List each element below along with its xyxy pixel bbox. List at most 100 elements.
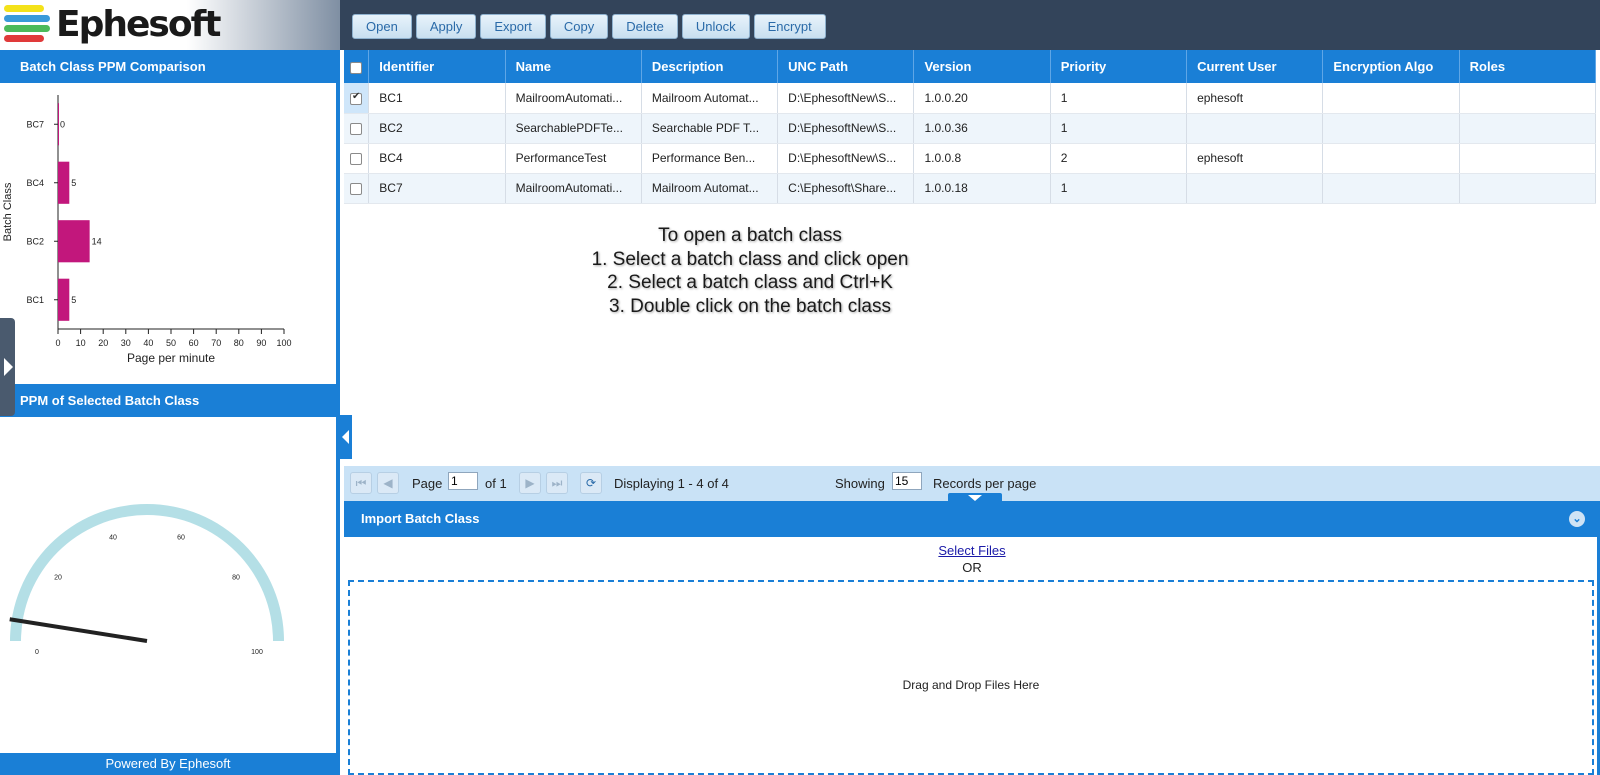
- data-label: 5: [71, 178, 76, 188]
- first-page-icon[interactable]: ⏮: [350, 472, 372, 494]
- cell-identifier: BC2: [368, 113, 506, 144]
- cell-description: Performance Ben...: [641, 143, 779, 174]
- gauge-tick-label: 100: [251, 649, 263, 656]
- open-button[interactable]: Open: [352, 14, 412, 39]
- gauge-tick-label: 0: [35, 649, 39, 656]
- cell-unc-path: D:\EphesoftNew\S...: [777, 83, 915, 114]
- column-header-version[interactable]: Version: [913, 50, 1051, 83]
- expand-sidebar-tab[interactable]: [0, 318, 15, 416]
- cell-roles: [1459, 143, 1597, 174]
- cell-name: MailroomAutomati...: [505, 83, 642, 114]
- cell-description: Mailroom Automat...: [641, 173, 779, 204]
- cell-description: Mailroom Automat...: [641, 83, 779, 114]
- select-all-checkbox[interactable]: [350, 61, 362, 74]
- unlock-button[interactable]: Unlock: [681, 14, 750, 39]
- column-header-unc-path[interactable]: UNC Path: [777, 50, 915, 83]
- top-bar: Ephesoft Open Apply Export Copy Delete Unlock…: [0, 0, 1600, 50]
- records-per-page-input[interactable]: [892, 472, 922, 490]
- row-checkbox[interactable]: [350, 91, 362, 105]
- page-number-input[interactable]: [448, 472, 478, 490]
- logo-mark-icon: [4, 5, 50, 45]
- table-row[interactable]: BC7 MailroomAutomati... Mailroom Automat..…: [344, 173, 1597, 204]
- bar-bc1: [58, 278, 70, 321]
- x-tick-label: 80: [234, 338, 244, 348]
- cell-priority: 2: [1050, 143, 1188, 174]
- logo: Ephesoft: [0, 0, 340, 50]
- cell-current-user: [1186, 113, 1324, 144]
- row-select-cell: [344, 113, 370, 144]
- cell-encryption-algo: [1322, 113, 1460, 144]
- cell-current-user: [1186, 173, 1324, 204]
- toolbar: Open Apply Export Copy Delete Unlock Encrypt: [352, 14, 826, 39]
- table-row[interactable]: BC2 SearchablePDFTe... Searchable PDF T...…: [344, 113, 1597, 144]
- column-header-encryption-algo[interactable]: Encryption Algo: [1322, 50, 1460, 83]
- cell-identifier: BC1: [368, 83, 506, 114]
- x-tick-label: 90: [256, 338, 266, 348]
- encrypt-button[interactable]: Encrypt: [753, 14, 826, 39]
- cell-version: 1.0.0.36: [913, 113, 1051, 144]
- data-label: 0: [60, 119, 65, 129]
- collapse-left-panel-tab[interactable]: [340, 415, 352, 459]
- row-checkbox[interactable]: [350, 152, 362, 165]
- apply-button[interactable]: Apply: [415, 14, 477, 39]
- x-axis-label: Page per minute: [127, 351, 215, 365]
- x-tick-label: 70: [211, 338, 221, 348]
- delete-button[interactable]: Delete: [612, 14, 678, 39]
- row-checkbox[interactable]: [350, 122, 362, 135]
- chevron-down-icon[interactable]: ⌄: [1569, 511, 1585, 527]
- cell-version: 1.0.0.18: [913, 173, 1051, 204]
- next-page-icon[interactable]: ▶: [519, 472, 541, 494]
- ppm-bar-chart: BC1 5 BC2 14 BC4 5 BC7 0 0 10 20 30 40 50 60 70 80 90 100 P…: [2, 95, 292, 365]
- row-select-cell: [344, 173, 370, 204]
- gauge-needle: [9, 617, 148, 643]
- gauge-arc: [10, 504, 284, 641]
- y-tick-label: BC7: [26, 119, 44, 129]
- column-header-description[interactable]: Description: [641, 50, 779, 83]
- x-tick-label: 30: [121, 338, 131, 348]
- grid-header-row: Identifier Name Description UNC Path Version…: [344, 50, 1597, 83]
- copy-button[interactable]: Copy: [549, 14, 609, 39]
- y-tick-label: BC1: [26, 295, 44, 305]
- y-axis-label: Batch Class: [2, 182, 14, 241]
- showing-label: Showing: [835, 476, 885, 491]
- column-header-name[interactable]: Name: [505, 50, 642, 83]
- refresh-icon[interactable]: ⟳: [580, 472, 602, 494]
- column-header-current-user[interactable]: Current User: [1186, 50, 1324, 83]
- last-page-icon[interactable]: ⏭: [546, 472, 568, 494]
- x-tick-label: 10: [76, 338, 86, 348]
- select-all-header: [344, 50, 370, 83]
- collapse-arrow-icon: [342, 430, 349, 444]
- x-tick-label: 50: [166, 338, 176, 348]
- grid-body: BC1MailroomAutomati...Mailroom Automat..…: [344, 83, 1597, 204]
- column-header-roles[interactable]: Roles: [1459, 50, 1597, 83]
- table-row[interactable]: BC4 PerformanceTest Performance Ben... D:\E…: [344, 143, 1597, 174]
- displaying-label: Displaying 1 - 4 of 4: [614, 476, 729, 491]
- page-count-label: of 1: [485, 476, 507, 491]
- export-button[interactable]: Export: [480, 14, 546, 39]
- ppm-gauge: 0 20 40 60 80 100: [9, 504, 284, 656]
- column-header-identifier[interactable]: Identifier: [368, 50, 506, 83]
- table-row[interactable]: BC1MailroomAutomati...Mailroom Automat..…: [344, 83, 1597, 114]
- row-checkbox[interactable]: [350, 182, 362, 195]
- select-files-link[interactable]: Select Files: [344, 543, 1600, 558]
- data-label: 5: [71, 295, 76, 305]
- chart-panel-title: Batch Class PPM Comparison: [0, 50, 336, 83]
- cell-priority: 1: [1050, 173, 1188, 204]
- cell-identifier: BC4: [368, 143, 506, 174]
- logo-text: Ephesoft: [56, 4, 221, 45]
- gauge-tick-label: 60: [177, 534, 185, 541]
- instruction-step-1: 1. Select a batch class and click open: [591, 248, 909, 270]
- cell-description: Searchable PDF T...: [641, 113, 779, 144]
- x-tick-label: 0: [55, 338, 60, 348]
- file-drop-zone[interactable]: Drag and Drop Files Here: [348, 580, 1594, 775]
- bar-bc4: [58, 161, 70, 204]
- column-header-priority[interactable]: Priority: [1050, 50, 1188, 83]
- gauge-panel-title: PPM of Selected Batch Class: [0, 384, 336, 417]
- prev-page-icon[interactable]: ◀: [377, 472, 399, 494]
- cell-name: PerformanceTest: [505, 143, 642, 174]
- instruction-step-2: 2. Select a batch class and Ctrl+K: [607, 272, 893, 293]
- batch-class-grid: Identifier Name Description UNC Path Version…: [344, 50, 1600, 204]
- data-label: 14: [92, 236, 102, 246]
- bar-bc2: [58, 220, 90, 263]
- cell-unc-path: D:\EphesoftNew\S...: [777, 113, 915, 144]
